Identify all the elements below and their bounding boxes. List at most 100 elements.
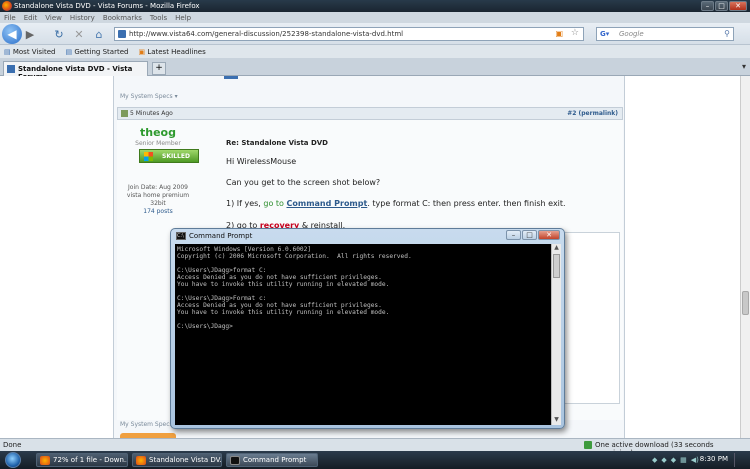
search-placeholder: Google xyxy=(619,30,644,38)
join-date: Join Date: Aug 2009 xyxy=(128,184,188,191)
network-icon[interactable]: ▦ xyxy=(680,456,687,464)
console-line: C:\Users\JDagg>Format c: xyxy=(177,295,267,302)
tray-icon[interactable]: ◆ xyxy=(661,456,666,464)
status-bar: Done One active download (33 seconds rem… xyxy=(0,438,750,457)
system-tray: ◆ ◆ ◆ ▦ ◀) xyxy=(652,456,699,464)
post-question: Can you get to the screen shot below? xyxy=(226,178,381,187)
bookmark-star-icon[interactable]: ☆ xyxy=(571,28,579,38)
console-line: Access Denied as you do not have suffici… xyxy=(177,274,382,281)
cmd-minimize-button[interactable]: – xyxy=(506,230,521,240)
taskbar-label: Command Prompt xyxy=(243,456,307,464)
firefox-icon xyxy=(2,1,12,11)
home-icon[interactable]: ⌂ xyxy=(92,27,106,41)
menu-file[interactable]: File xyxy=(4,14,16,22)
menu-view[interactable]: View xyxy=(45,14,62,22)
badge-label: SKILLED xyxy=(162,152,190,160)
user-os: vista home premium xyxy=(126,192,190,199)
tray-icon[interactable]: ◆ xyxy=(652,456,657,464)
step-1-prefix: 1) If yes, xyxy=(226,199,261,208)
reload-icon[interactable]: ↻ xyxy=(52,27,66,41)
bookmark-latest-headlines[interactable]: ▣ Latest Headlines xyxy=(138,48,205,56)
navigation-toolbar: ◀ ▶ ↻ ✕ ⌂ http://www.vista64.com/general… xyxy=(0,23,750,45)
download-icon xyxy=(584,441,592,449)
taskbar-label: Standalone Vista DV... xyxy=(149,456,222,464)
system-specs-link-previous[interactable]: My System Specs ▾ xyxy=(120,93,178,100)
taskbar-item-firefox[interactable]: Standalone Vista DV... xyxy=(132,453,222,467)
search-box[interactable]: G▾ Google ⚲ xyxy=(596,27,734,41)
console-line: C:\Users\JDagg> xyxy=(177,323,233,330)
bookmark-getting-started[interactable]: ▤ Getting Started xyxy=(65,48,128,56)
scroll-up-icon[interactable]: ▲ xyxy=(552,244,561,253)
tray-icon[interactable]: ◆ xyxy=(671,456,676,464)
menu-tools[interactable]: Tools xyxy=(150,14,167,22)
post-time: 5 Minutes Ago xyxy=(130,110,173,117)
search-icon[interactable]: ⚲ xyxy=(724,29,730,38)
show-desktop-button[interactable] xyxy=(734,453,746,467)
command-prompt-window[interactable]: C:\ Command Prompt – □ ✕ Microsoft Windo… xyxy=(170,228,565,429)
menu-bookmarks[interactable]: Bookmarks xyxy=(103,14,142,22)
close-button[interactable]: ✕ xyxy=(729,1,747,11)
post-count[interactable]: 174 posts xyxy=(117,208,199,216)
scroll-down-icon[interactable]: ▼ xyxy=(552,416,561,425)
user-info: Join Date: Aug 2009 vista home premium 3… xyxy=(117,184,199,216)
cmd-close-button[interactable]: ✕ xyxy=(538,230,560,240)
username[interactable]: theog xyxy=(117,126,199,139)
url-bar[interactable]: http://www.vista64.com/general-discussio… xyxy=(114,27,584,41)
cmd-icon: C:\ xyxy=(176,232,186,240)
window-titlebar: Standalone Vista DVD - Vista Forums - Mo… xyxy=(0,0,750,12)
status-text: Done xyxy=(3,441,22,449)
permalink-label: (permalink) xyxy=(578,110,618,117)
user-title: Senior Member xyxy=(135,140,181,147)
menu-history[interactable]: History xyxy=(70,14,95,22)
tab-strip: Standalone Vista DVD - Vista Forums + ▾ xyxy=(0,58,750,81)
back-button[interactable]: ◀ xyxy=(2,24,22,44)
tab-list-button[interactable]: ▾ xyxy=(742,62,746,71)
step-1-goto: go to xyxy=(263,199,284,208)
tab-standalone-vista-dvd[interactable]: Standalone Vista DVD - Vista Forums xyxy=(3,61,148,81)
rss-icon[interactable]: ▣ xyxy=(555,29,563,38)
post-greeting: Hi WirelessMouse xyxy=(226,157,297,166)
post-step-1: 1) If yes, go to Command Prompt. type fo… xyxy=(226,199,566,208)
start-button[interactable] xyxy=(2,451,24,469)
scrollbar-thumb[interactable] xyxy=(742,291,749,315)
console-line: Copyright (c) 2006 Microsoft Corporation… xyxy=(177,253,412,260)
maximize-button[interactable]: □ xyxy=(715,1,728,11)
window-title: Standalone Vista DVD - Vista Forums - Mo… xyxy=(14,2,200,10)
volume-icon[interactable]: ◀) xyxy=(691,456,699,464)
minimize-button[interactable]: – xyxy=(701,1,714,11)
console-line: You have to invoke this utility running … xyxy=(177,281,390,288)
console-line: Microsoft Windows [Version 6.0.6002] xyxy=(177,246,312,253)
stop-icon[interactable]: ✕ xyxy=(72,27,86,41)
cut-off-image xyxy=(224,76,238,79)
cmd-titlebar[interactable]: C:\ Command Prompt – □ ✕ xyxy=(171,229,564,243)
console-output[interactable]: Microsoft Windows [Version 6.0.6002] Copy… xyxy=(175,244,551,425)
console-line: You have to invoke this utility running … xyxy=(177,309,390,316)
cmd-title: Command Prompt xyxy=(189,232,253,240)
page-icon: ▤ xyxy=(65,47,73,56)
new-tab-button[interactable]: + xyxy=(152,62,166,75)
clock[interactable]: 8:30 PM xyxy=(700,455,728,463)
windows-orb-icon xyxy=(5,452,21,468)
step-1-rest: . type format C: then press enter. then … xyxy=(367,199,566,208)
menu-edit[interactable]: Edit xyxy=(24,14,38,22)
cmd-icon xyxy=(230,456,240,465)
system-specs-link[interactable]: My System Specs ▾ xyxy=(120,421,178,428)
site-favicon xyxy=(118,30,126,38)
menu-help[interactable]: Help xyxy=(175,14,191,22)
permalink[interactable]: #2 (permalink) xyxy=(567,110,618,117)
site-favicon xyxy=(7,65,15,73)
page-scrollbar[interactable] xyxy=(740,76,750,438)
bookmark-most-visited[interactable]: ▤ Most Visited xyxy=(4,48,55,56)
post-header-bar: 5 Minutes Ago #2 (permalink) xyxy=(117,107,623,120)
command-prompt-link[interactable]: Command Prompt xyxy=(286,199,367,208)
console-line: Access Denied as you do not have suffici… xyxy=(177,302,382,309)
taskbar: 72% of 1 file - Down... Standalone Vista… xyxy=(0,451,750,469)
rss-icon: ▣ xyxy=(138,47,146,56)
cmd-maximize-button[interactable]: □ xyxy=(522,230,537,240)
cmd-scrollbar-thumb[interactable] xyxy=(553,254,560,278)
taskbar-item-downloads[interactable]: 72% of 1 file - Down... xyxy=(36,453,128,467)
taskbar-item-command-prompt[interactable]: Command Prompt xyxy=(226,453,318,467)
cmd-scrollbar[interactable]: ▲ ▼ xyxy=(551,244,561,425)
forward-button[interactable]: ▶ xyxy=(22,27,38,41)
